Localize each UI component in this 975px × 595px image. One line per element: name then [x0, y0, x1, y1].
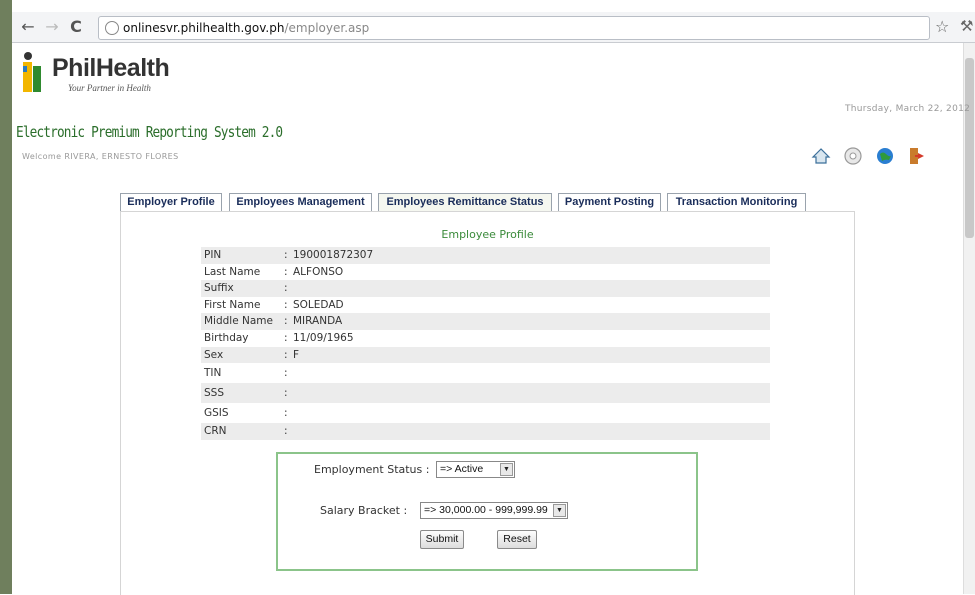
wrench-icon[interactable]: ⚒: [960, 17, 973, 35]
welcome-text: Welcome RIVERA, ERNESTO FLORES: [22, 152, 179, 161]
field-colon: :: [284, 331, 288, 344]
address-bar[interactable]: onlinesvr.philhealth.gov.ph/employer.asp: [98, 16, 930, 40]
field-label: Sex: [204, 348, 224, 361]
field-label: GSIS: [204, 407, 229, 420]
field-label: PIN: [204, 249, 222, 261]
employment-status-label: Employment Status :: [314, 463, 430, 476]
profile-row-middle-name: Middle Name: MIRANDA: [201, 313, 770, 330]
field-label: TIN: [204, 367, 222, 380]
field-label: First Name: [204, 298, 261, 311]
profile-row-tin: TIN:: [201, 363, 770, 383]
field-label: Birthday: [204, 331, 249, 344]
field-value: ALFONSO: [293, 265, 344, 278]
field-label: Middle Name: [204, 315, 273, 328]
salary-bracket-select[interactable]: => 30,000.00 - 999,999.99 ▼: [420, 502, 568, 519]
profile-row-birthday: Birthday:11/09/1965: [201, 330, 770, 347]
field-colon: :: [284, 249, 288, 261]
field-value: 190001872307: [293, 249, 374, 261]
profile-row-crn: CRN:: [201, 423, 770, 441]
scrollbar-thumb[interactable]: [965, 58, 974, 238]
logout-icon[interactable]: [906, 145, 928, 167]
field-label: SSS: [204, 387, 224, 400]
page-icon: [105, 21, 119, 35]
field-value: 11/09/1965: [293, 331, 354, 344]
salary-bracket-label: Salary Bracket :: [320, 504, 408, 517]
field-colon: :: [284, 367, 288, 380]
field-colon: :: [284, 348, 288, 361]
field-colon: :: [284, 407, 288, 420]
reset-button[interactable]: Reset: [497, 530, 537, 549]
logo-figure-icon: [23, 52, 41, 92]
employee-profile-panel: Employee Profile PIN:190001872307 Last N…: [120, 211, 855, 595]
profile-row-last-name: Last Name: ALFONSO: [201, 264, 770, 281]
field-colon: :: [284, 265, 288, 278]
logo-tagline: Your Partner in Health: [68, 83, 151, 93]
address-host: onlinesvr.philhealth.gov.ph: [123, 21, 285, 35]
window-frame: [0, 0, 12, 594]
current-date: Thursday, March 22, 2012: [845, 104, 971, 114]
settings-icon[interactable]: [842, 145, 864, 167]
salary-bracket-value: => 30,000.00 - 999,999.99: [424, 504, 548, 516]
dropdown-arrow-icon[interactable]: ▼: [500, 463, 513, 476]
field-colon: :: [284, 387, 288, 400]
panel-title: Employee Profile: [441, 228, 534, 241]
field-label: Suffix: [204, 282, 234, 295]
status-form: Employment Status : => Active ▼ Salary B…: [276, 452, 698, 571]
profile-row-sex: Sex: F: [201, 346, 770, 364]
system-title: Electronic Premium Reporting System 2.0: [16, 123, 283, 141]
bookmark-star-icon[interactable]: ☆: [935, 17, 949, 36]
tab-transaction-monitoring[interactable]: Transaction Monitoring: [667, 193, 806, 211]
forward-icon[interactable]: →: [42, 17, 62, 37]
tab-employees-management[interactable]: Employees Management: [229, 193, 372, 211]
profile-row-pin: PIN:190001872307: [201, 247, 770, 264]
profile-row-gsis: GSIS:: [201, 403, 770, 423]
field-colon: :: [284, 315, 288, 328]
globe-icon[interactable]: [874, 145, 896, 167]
tab-employees-remittance-status[interactable]: Employees Remittance Status: [378, 193, 552, 211]
field-colon: :: [284, 298, 288, 311]
field-value: MIRANDA: [293, 315, 343, 328]
field-colon: :: [284, 425, 288, 438]
profile-row-sss: SSS:: [201, 383, 770, 404]
field-value: SOLEDAD: [293, 298, 344, 311]
profile-table: PIN:190001872307 Last Name: ALFONSO Suffi…: [201, 247, 770, 441]
browser-toolbar: ← → C onlinesvr.philhealth.gov.ph/employ…: [12, 12, 975, 43]
profile-row-first-name: First Name: SOLEDAD: [201, 297, 770, 314]
back-icon[interactable]: ←: [18, 17, 38, 37]
dropdown-arrow-icon[interactable]: ▼: [553, 504, 566, 517]
tab-payment-posting[interactable]: Payment Posting: [558, 193, 661, 211]
address-path: /employer.asp: [284, 21, 370, 35]
employment-status-select[interactable]: => Active ▼: [436, 461, 515, 478]
address-url: onlinesvr.philhealth.gov.ph/employer.asp: [123, 17, 369, 39]
field-label: CRN: [204, 425, 227, 438]
submit-button[interactable]: Submit: [420, 530, 464, 549]
logo-text: PhilHealth: [52, 54, 170, 82]
philhealth-logo: PhilHealth Your Partner in Health: [22, 50, 182, 100]
field-label: Last Name: [204, 265, 261, 278]
field-value: F: [293, 348, 300, 361]
home-icon[interactable]: [810, 145, 832, 167]
tab-employer-profile[interactable]: Employer Profile: [120, 193, 222, 211]
reload-icon[interactable]: C: [66, 17, 86, 37]
field-colon: :: [284, 282, 288, 295]
employment-status-value: => Active: [440, 463, 484, 475]
profile-row-suffix: Suffix:: [201, 280, 770, 297]
